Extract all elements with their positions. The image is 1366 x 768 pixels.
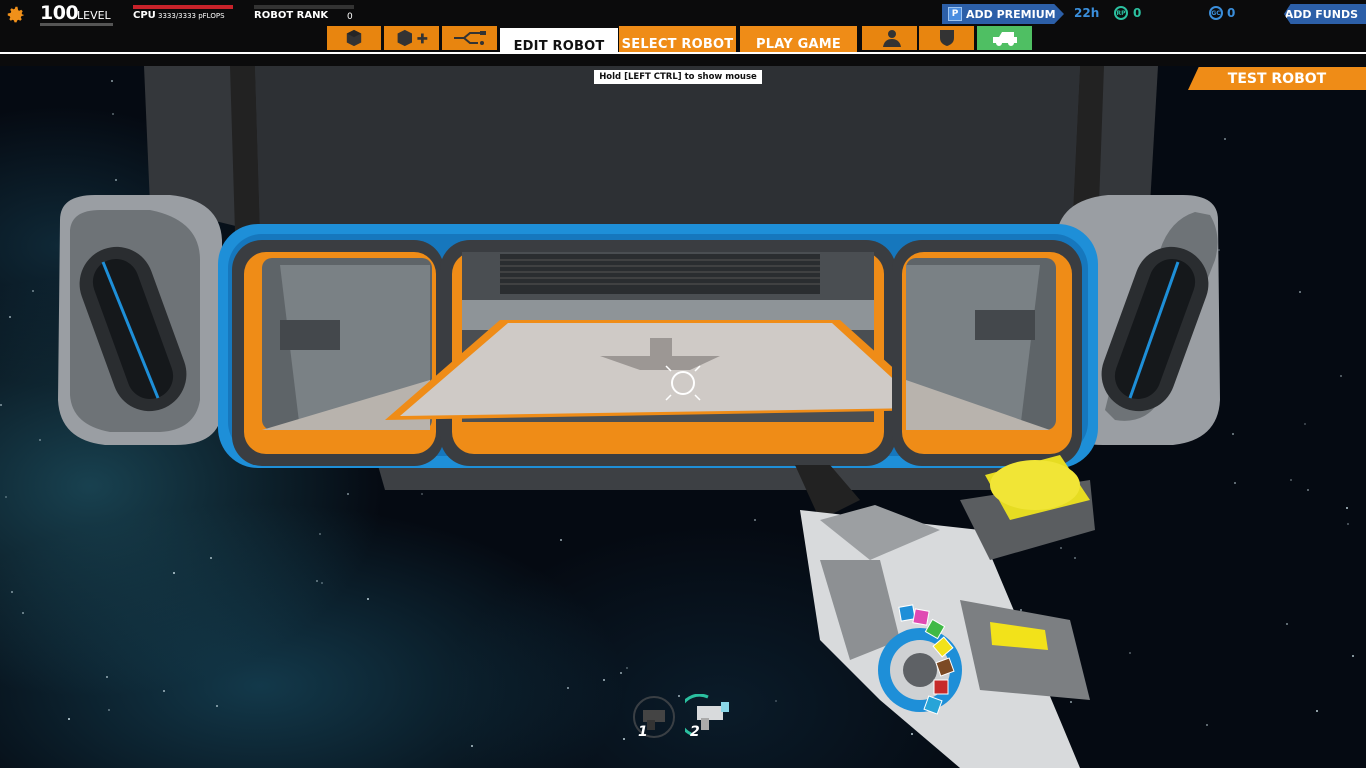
garage-icon [992, 32, 1017, 46]
add-cube-icon [397, 29, 427, 47]
add-premium-label: ADD PREMIUM [966, 7, 1056, 21]
weapon-slot-2-number: 2 [690, 724, 700, 740]
tab-shield[interactable] [919, 26, 974, 50]
profile-icon [882, 30, 901, 47]
shield-icon [939, 30, 954, 46]
cube-icon [346, 29, 362, 47]
gc-icon: GC [1209, 6, 1223, 20]
cpu-value: 3333/3333 pFLOPS [158, 12, 225, 20]
tab-connect[interactable] [442, 26, 497, 50]
add-funds-label: ADD FUNDS [1284, 7, 1358, 21]
tab-select-robot-label: SELECT ROBOT [621, 36, 734, 52]
game-viewport[interactable] [0, 66, 1366, 768]
tab-play-game-label: PLAY GAME [756, 36, 841, 52]
rp-icon: RP [1114, 6, 1128, 20]
test-robot-button[interactable]: TEST ROBOT [1188, 67, 1366, 90]
level-bar [40, 23, 113, 26]
connect-icon [453, 31, 486, 45]
level-label: LEVEL [77, 9, 111, 22]
rp-value: 0 [1133, 6, 1142, 20]
tab-cube[interactable] [327, 26, 381, 50]
tab-profile[interactable] [862, 26, 917, 50]
tab-garage[interactable] [977, 26, 1032, 50]
station-scene [58, 66, 1220, 768]
cpu-label: CPU [133, 10, 156, 21]
level-value: 100 [40, 2, 79, 24]
add-funds-button[interactable]: ADD FUNDS [1284, 4, 1366, 24]
gc-value: 0 [1227, 6, 1236, 20]
tab-bar-divider [0, 52, 1366, 66]
weapon-slot-1-number: 1 [638, 724, 648, 740]
robot-rank-label: ROBOT RANK [254, 10, 329, 21]
mouse-hint: Hold [LEFT CTRL] to show mouse [594, 70, 762, 84]
top-bar: 100 LEVEL CPU 3333/3333 pFLOPS ROBOT RAN… [0, 0, 1366, 64]
premium-time: 22h [1074, 6, 1100, 20]
add-premium-button[interactable]: P ADD PREMIUM [942, 4, 1064, 24]
cpu-bar [133, 5, 233, 9]
rank-bar [254, 5, 354, 9]
premium-icon: P [948, 7, 962, 21]
robot-rank-value: 0 [347, 12, 353, 22]
tab-add-cube[interactable] [384, 26, 439, 50]
gear-icon[interactable] [5, 4, 27, 26]
